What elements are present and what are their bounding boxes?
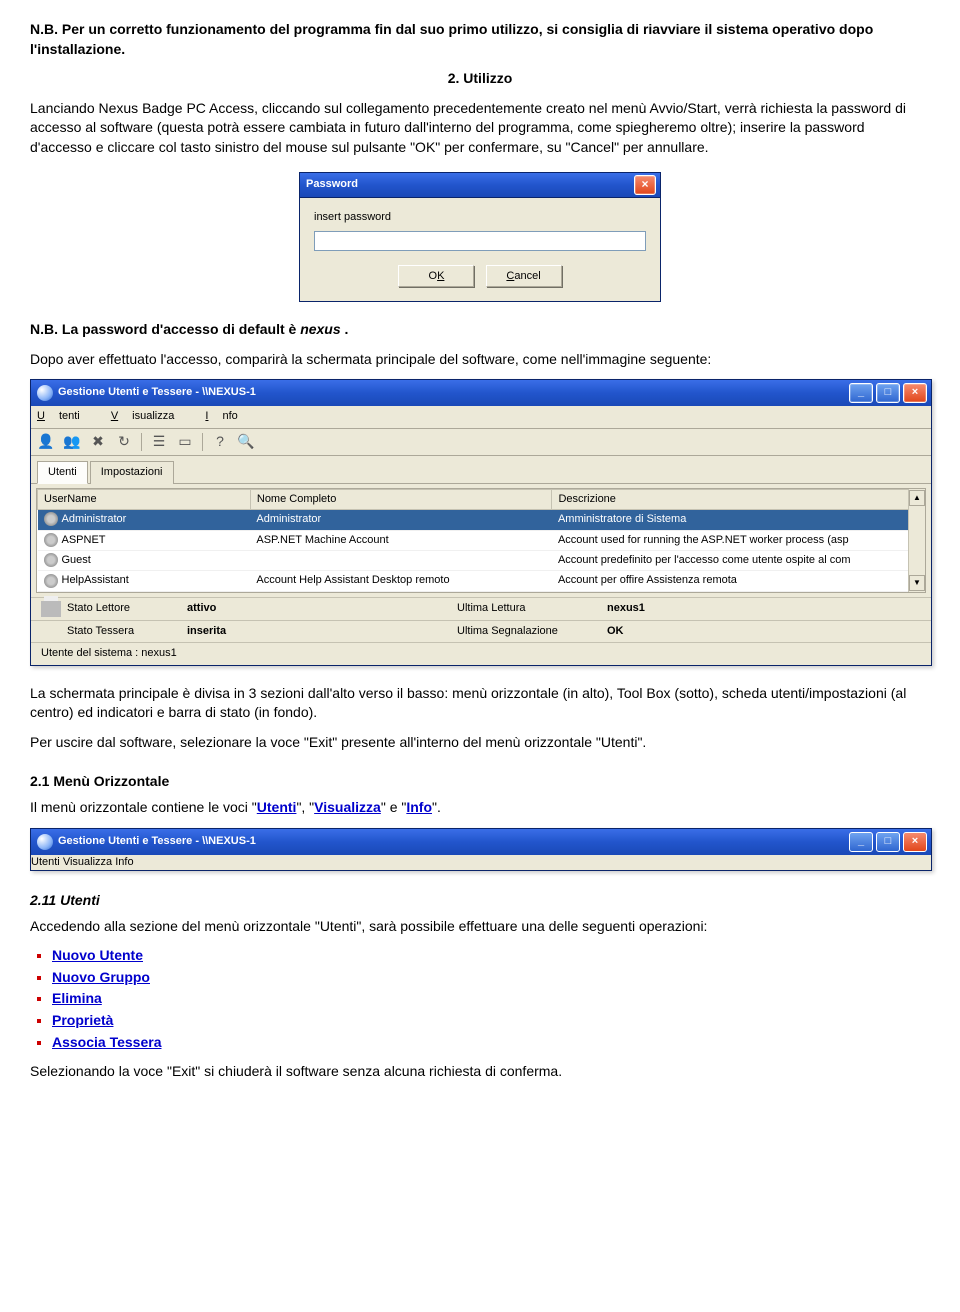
minimize-icon[interactable]: _ <box>849 383 873 403</box>
delete-icon[interactable]: ✖ <box>89 433 107 451</box>
col-nome[interactable]: Nome Completo <box>250 489 552 509</box>
section-2-heading: 2. Utilizzo <box>30 69 930 89</box>
section-2-11-heading: 2.11 Utenti <box>30 891 930 911</box>
user-icon <box>44 553 58 567</box>
tab-utenti[interactable]: Utenti <box>37 461 88 484</box>
note-default-password: N.B. La password d'accesso di default è … <box>30 320 930 340</box>
status-row-reader: Stato Lettore attivo Ultima Lettura nexu… <box>31 597 931 620</box>
app-icon <box>37 834 53 850</box>
note-restart: N.B. Per un corretto funzionamento del p… <box>30 20 930 59</box>
new-user-icon[interactable]: 👤 <box>37 433 55 451</box>
link-associa-tessera[interactable]: Associa Tessera <box>52 1034 161 1050</box>
list-item: Associa Tessera <box>52 1033 930 1053</box>
close-icon[interactable]: × <box>634 175 656 195</box>
close-icon[interactable]: × <box>903 832 927 852</box>
section-2-1-heading: 2.1 Menù Orizzontale <box>30 772 930 792</box>
menubar-window: Gestione Utenti e Tessere - \\NEXUS-1 _ … <box>30 828 932 871</box>
properties-icon[interactable]: ☰ <box>150 433 168 451</box>
user-icon <box>44 574 58 588</box>
ok-button[interactable]: OK <box>398 265 474 287</box>
list-item: Nuovo Gruppo <box>52 968 930 988</box>
close-icon[interactable]: × <box>903 383 927 403</box>
value-ultima-segnalazione: OK <box>607 624 757 639</box>
table-row[interactable]: ASPNET ASP.NET Machine AccountAccount us… <box>38 530 925 550</box>
app-icon <box>37 385 53 401</box>
list-item: Elimina <box>52 989 930 1009</box>
statusbar: Utente del sistema : nexus1 <box>31 642 931 664</box>
card-icon[interactable]: ▭ <box>176 433 194 451</box>
label-stato-lettore: Stato Lettore <box>67 601 187 617</box>
link-nuovo-gruppo[interactable]: Nuovo Gruppo <box>52 969 150 985</box>
help-icon[interactable]: ? <box>211 433 229 451</box>
label-ultima-segnalazione: Ultima Segnalazione <box>457 624 607 639</box>
status-row-card: Stato Tessera inserita Ultima Segnalazio… <box>31 620 931 642</box>
main-window: Gestione Utenti e Tessere - \\NEXUS-1 _ … <box>30 379 932 666</box>
refresh-icon[interactable]: ↻ <box>115 433 133 451</box>
password-dialog: Password × insert password OK Cancel <box>299 172 661 302</box>
user-list: UserName Nome Completo Descrizione Admin… <box>36 488 926 593</box>
scrollbar[interactable]: ▲ ▼ <box>908 489 925 592</box>
password-input[interactable] <box>314 231 646 251</box>
user-icon <box>44 533 58 547</box>
paragraph-after-login: Dopo aver effettuato l'accesso, comparir… <box>30 350 930 370</box>
cancel-button[interactable]: Cancel <box>486 265 562 287</box>
paragraph-exit: Per uscire dal software, selezionare la … <box>30 733 930 753</box>
value-stato-tessera: inserita <box>187 624 337 639</box>
link-elimina[interactable]: Elimina <box>52 990 102 1006</box>
link-proprieta[interactable]: Proprietà <box>52 1012 113 1028</box>
tab-impostazioni[interactable]: Impostazioni <box>90 461 174 484</box>
maximize-icon[interactable]: □ <box>876 832 900 852</box>
menubar: Utenti Visualizza Info <box>31 855 931 870</box>
label-stato-tessera: Stato Tessera <box>67 624 187 639</box>
tab-strip: Utenti Impostazioni <box>31 456 931 484</box>
paragraph-utenti-intro: Accedendo alla sezione del menù orizzont… <box>30 917 930 937</box>
table-row[interactable]: Guest Account predefinito per l'accesso … <box>38 551 925 571</box>
value-stato-lettore: attivo <box>187 601 337 617</box>
table-row[interactable]: HelpAssistant Account Help Assistant Des… <box>38 571 925 591</box>
minimize-icon[interactable]: _ <box>849 832 873 852</box>
menu-visualizza[interactable]: Visualizza <box>63 856 112 868</box>
password-label: insert password <box>314 210 646 225</box>
table-row[interactable]: Administrator AdministratorAmministrator… <box>38 510 925 530</box>
paragraph-sections: La schermata principale è divisa in 3 se… <box>30 684 930 723</box>
toolbar: 👤 👥 ✖ ↻ ☰ ▭ ? 🔍 <box>31 429 931 456</box>
menu-utenti[interactable]: Utenti <box>31 856 60 868</box>
find-icon[interactable]: 🔍 <box>237 433 255 451</box>
scroll-down-icon[interactable]: ▼ <box>909 575 925 591</box>
operations-list: Nuovo Utente Nuovo Gruppo Elimina Propri… <box>30 946 930 1052</box>
col-descrizione[interactable]: Descrizione <box>552 489 925 509</box>
col-username[interactable]: UserName <box>38 489 251 509</box>
new-group-icon[interactable]: 👥 <box>63 433 81 451</box>
paragraph-exit-confirm: Selezionando la voce "Exit" si chiuderà … <box>30 1062 930 1082</box>
link-info[interactable]: Info <box>406 799 432 815</box>
list-item: Nuovo Utente <box>52 946 930 966</box>
menubar: Utenti Visualizza Info <box>31 406 931 428</box>
list-item: Proprietà <box>52 1011 930 1031</box>
scroll-up-icon[interactable]: ▲ <box>909 490 925 506</box>
menu-info[interactable]: Info <box>115 856 133 868</box>
dialog-titlebar[interactable]: Password × <box>300 173 660 198</box>
menu-utenti[interactable]: Utenti <box>37 410 94 422</box>
dialog-title: Password <box>306 177 358 192</box>
link-utenti[interactable]: Utenti <box>257 799 297 815</box>
menu-info[interactable]: Info <box>205 410 251 422</box>
paragraph-utilizzo: Lanciando Nexus Badge PC Access, cliccan… <box>30 99 930 158</box>
label-ultima-lettura: Ultima Lettura <box>457 601 607 617</box>
user-icon <box>44 512 58 526</box>
window-title: Gestione Utenti e Tessere - \\NEXUS-1 <box>58 834 256 849</box>
menu-visualizza[interactable]: Visualizza <box>111 410 189 422</box>
main-titlebar[interactable]: Gestione Utenti e Tessere - \\NEXUS-1 _ … <box>31 380 931 406</box>
value-ultima-lettura: nexus1 <box>607 601 757 617</box>
window-title: Gestione Utenti e Tessere - \\NEXUS-1 <box>58 385 256 400</box>
reader-icon <box>41 601 61 617</box>
paragraph-menu: Il menù orizzontale contiene le voci "Ut… <box>30 798 930 818</box>
link-visualizza[interactable]: Visualizza <box>314 799 381 815</box>
link-nuovo-utente[interactable]: Nuovo Utente <box>52 947 143 963</box>
maximize-icon[interactable]: □ <box>876 383 900 403</box>
